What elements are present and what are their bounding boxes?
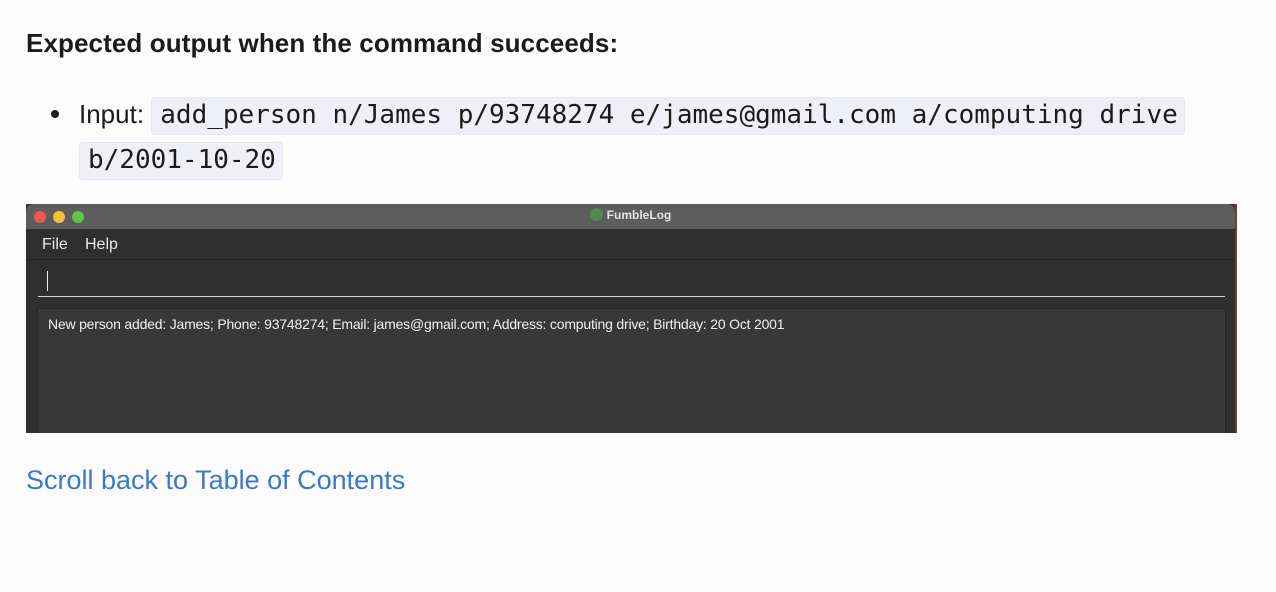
app-window-screenshot: FumbleLog File Help New person added: Ja… [26, 204, 1237, 433]
input-label: Input: [79, 99, 152, 129]
window-titlebar: FumbleLog [26, 204, 1235, 229]
window-title-group: FumbleLog [26, 208, 1235, 222]
text-caret [47, 271, 48, 291]
result-display: New person added: James; Phone: 93748274… [37, 308, 1226, 433]
command-code: add_person n/James p/93748274 e/james@gm… [79, 97, 1185, 180]
menu-bar: File Help [26, 229, 1235, 260]
command-input[interactable] [38, 266, 1225, 297]
result-display-area: New person added: James; Phone: 93748274… [26, 302, 1235, 433]
menu-file[interactable]: File [42, 236, 68, 254]
input-list: Input: add_person n/James p/93748274 e/j… [47, 92, 1237, 182]
app-logo-icon [589, 208, 603, 221]
input-list-item: Input: add_person n/James p/93748274 e/j… [47, 92, 1237, 182]
section-heading: Expected output when the command succeed… [26, 28, 619, 58]
scroll-to-toc-link[interactable]: Scroll back to Table of Contents [26, 465, 405, 496]
menu-help[interactable]: Help [85, 236, 118, 254]
bullet-icon [51, 110, 59, 118]
command-box-area [26, 260, 1235, 302]
window-title: FumbleLog [606, 208, 672, 222]
result-message: New person added: James; Phone: 93748274… [48, 316, 785, 332]
